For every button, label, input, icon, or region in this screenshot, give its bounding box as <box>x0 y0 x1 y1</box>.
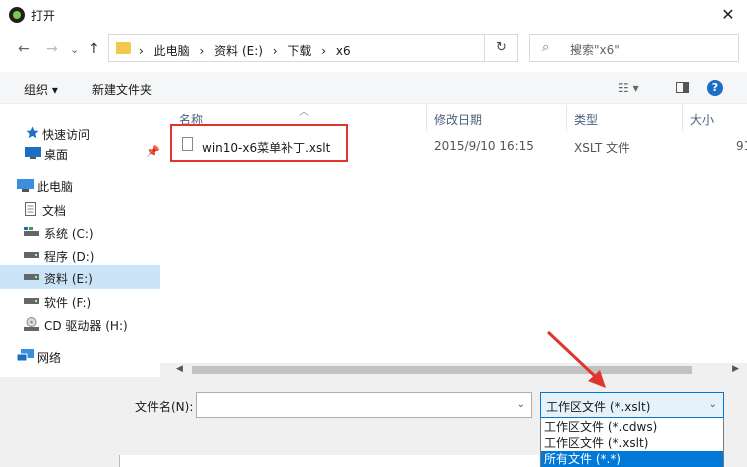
file-size: 91 <box>736 139 747 153</box>
command-toolbar: 组织 ▾ 新建文件夹 ☷ ▾ ? <box>0 72 747 104</box>
annotation-highlight-box <box>170 124 348 162</box>
computer-icon <box>17 179 34 192</box>
filetype-select[interactable]: 工作区文件 (*.xslt) ⌄ <box>540 392 724 418</box>
drive-icon <box>24 298 39 304</box>
document-icon <box>25 202 36 216</box>
search-placeholder: 搜索"x6" <box>570 43 620 57</box>
sidebar-item-drive-e[interactable]: 资料 (E:) <box>0 265 160 289</box>
filename-field[interactable]: ⌄ <box>196 392 532 418</box>
desktop-icon <box>25 147 41 159</box>
scroll-right-icon[interactable]: ▶ <box>732 364 739 374</box>
sidebar-item-label: 软件 (F:) <box>44 296 92 310</box>
drive-icon <box>24 227 39 236</box>
sidebar-item-label: 程序 (D:) <box>44 250 95 264</box>
horizontal-scrollbar[interactable]: ◀ ▶ <box>160 363 747 377</box>
sidebar-item-label: 资料 (E:) <box>44 272 93 286</box>
search-input[interactable]: ⌕ 搜索"x6" <box>529 34 739 62</box>
chevron-down-icon[interactable]: ⌄ <box>709 399 717 410</box>
help-icon[interactable]: ? <box>707 80 723 96</box>
column-divider[interactable] <box>566 105 567 131</box>
new-folder-button[interactable]: 新建文件夹 <box>92 81 152 98</box>
sidebar-item-cd-drive-h[interactable]: CD 驱动器 (H:) <box>0 312 160 336</box>
refresh-button[interactable]: ↻ <box>486 34 518 62</box>
column-divider[interactable] <box>426 105 427 131</box>
drive-icon <box>24 252 39 258</box>
file-type: XSLT 文件 <box>574 141 631 155</box>
filetype-dropdown-list: 工作区文件 (*.cdws) 工作区文件 (*.xslt) 所有文件 (*.*) <box>540 418 724 467</box>
sidebar-item-label: 系统 (C:) <box>44 227 94 241</box>
breadcrumb-this-pc[interactable]: 此电脑 <box>154 44 190 58</box>
network-icon <box>17 349 34 362</box>
sidebar-item-documents[interactable]: 文档 <box>0 197 160 221</box>
sort-ascending-icon: ︿ <box>299 107 309 118</box>
search-icon: ⌕ <box>542 40 550 55</box>
sidebar-item-label: 网络 <box>37 351 62 365</box>
sidebar-item-drive-c[interactable]: 系统 (C:) <box>0 220 160 244</box>
column-header-size[interactable]: 大小 <box>690 111 714 128</box>
star-icon <box>26 126 39 139</box>
chevron-down-icon[interactable]: ⌄ <box>517 399 525 410</box>
drive-icon <box>24 274 39 280</box>
sidebar-item-network[interactable]: 网络 <box>0 344 160 368</box>
back-arrow-icon[interactable]: ← <box>18 41 30 57</box>
breadcrumb-downloads[interactable]: 下载 <box>287 44 311 58</box>
preview-pane-icon[interactable] <box>676 82 689 93</box>
breadcrumb-separator: › <box>139 44 144 58</box>
breadcrumb-x6[interactable]: x6 <box>336 44 351 58</box>
folder-icon <box>116 42 131 54</box>
sidebar-item-drive-d[interactable]: 程序 (D:) <box>0 243 160 267</box>
app-icon <box>9 7 25 23</box>
column-divider[interactable] <box>682 105 683 131</box>
up-arrow-icon[interactable]: ↑ <box>88 41 100 57</box>
title-bar: 打开 ✕ <box>0 0 747 30</box>
sidebar-item-label: CD 驱动器 (H:) <box>44 319 128 333</box>
column-header-type[interactable]: 类型 <box>574 111 598 128</box>
sidebar-item-label: 此电脑 <box>37 180 74 194</box>
address-row: ← → ⌄ ↑ › 此电脑 › 资料 (E:) › 下载 › x6 ⌄ ↻ ⌕ … <box>0 30 747 68</box>
filename-label: 文件名(N): <box>135 400 194 414</box>
organize-menu[interactable]: 组织 ▾ <box>24 81 58 98</box>
breadcrumb-separator[interactable]: › <box>273 44 278 58</box>
address-bar[interactable]: › 此电脑 › 资料 (E:) › 下载 › x6 ⌄ <box>108 34 579 62</box>
filetype-selected: 工作区文件 (*.xslt) <box>546 400 651 414</box>
cd-drive-icon <box>24 317 39 331</box>
column-header-date[interactable]: 修改日期 <box>434 111 482 128</box>
sidebar-item-label: 桌面 <box>44 148 69 162</box>
view-options-icon[interactable]: ☷ ▾ <box>618 81 639 95</box>
filetype-option-xslt[interactable]: 工作区文件 (*.xslt) <box>541 435 723 451</box>
scroll-left-icon[interactable]: ◀ <box>176 364 183 374</box>
breadcrumb-drive-e[interactable]: 资料 (E:) <box>214 44 263 58</box>
close-button[interactable]: ✕ <box>717 4 739 26</box>
sidebar-item-this-pc[interactable]: 此电脑 <box>0 173 160 197</box>
recent-locations-icon[interactable]: ⌄ <box>70 43 79 56</box>
scroll-thumb[interactable] <box>192 366 692 374</box>
navigation-pane: 快速访问 桌面 📌 此电脑 文档 系统 (C:) 程序 (D:) 资料 (E:)… <box>0 105 160 377</box>
forward-arrow-icon[interactable]: → <box>46 41 58 57</box>
breadcrumb-separator[interactable]: › <box>199 44 204 58</box>
breadcrumb: › 此电脑 › 资料 (E:) › 下载 › x6 <box>139 42 357 59</box>
file-date: 2015/9/10 16:15 <box>434 139 534 153</box>
window-title: 打开 <box>31 9 56 23</box>
breadcrumb-separator[interactable]: › <box>321 44 326 58</box>
sidebar-item-drive-f[interactable]: 软件 (F:) <box>0 289 160 313</box>
footer-edge <box>119 455 539 467</box>
pin-icon[interactable]: 📌 <box>146 145 160 158</box>
sidebar-item-label: 文档 <box>42 204 67 218</box>
filetype-option-all[interactable]: 所有文件 (*.*) <box>541 451 723 467</box>
sidebar-item-desktop[interactable]: 桌面 📌 <box>0 141 160 165</box>
filetype-option-cdws[interactable]: 工作区文件 (*.cdws) <box>541 419 723 435</box>
